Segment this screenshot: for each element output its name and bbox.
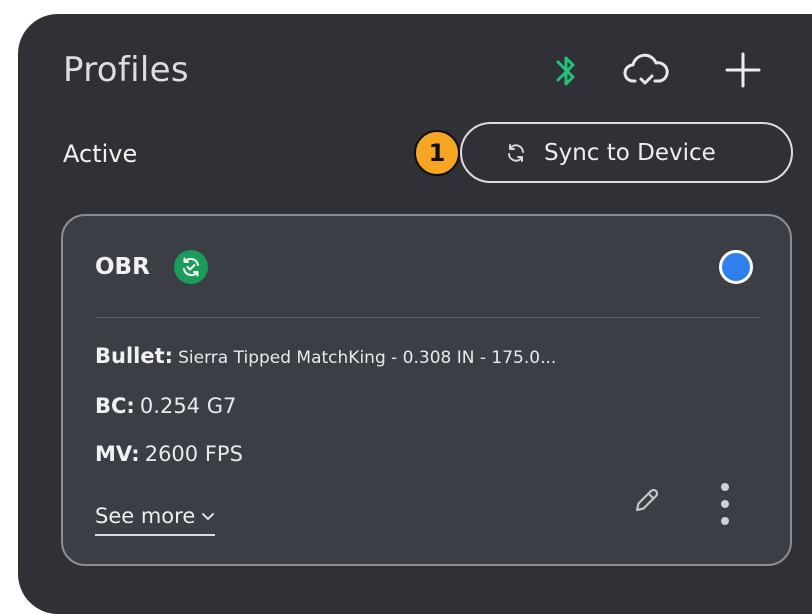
- add-icon[interactable]: [723, 50, 763, 90]
- mv-value: 2600 FPS: [144, 442, 243, 466]
- bc-row: BC: 0.254 G7: [95, 394, 236, 418]
- synced-badge-icon: [174, 250, 208, 284]
- bullet-label: Bullet:: [95, 344, 174, 368]
- profile-selected-radio[interactable]: [719, 250, 753, 284]
- see-more-label: See more: [95, 504, 196, 528]
- step-number-badge: 1: [414, 130, 460, 176]
- see-more-link[interactable]: See more: [95, 504, 216, 536]
- chevron-down-icon: [202, 513, 215, 520]
- sync-button-label: Sync to Device: [544, 139, 716, 166]
- bullet-value: Sierra Tipped MatchKing - 0.308 IN - 175…: [178, 348, 557, 368]
- refresh-icon: [508, 143, 524, 162]
- bullet-row: Bullet: Sierra Tipped MatchKing - 0.308 …: [95, 344, 556, 368]
- page-title: Profiles: [63, 50, 189, 90]
- cloud-sync-icon[interactable]: [622, 52, 670, 90]
- sync-to-device-button[interactable]: Sync to Device: [460, 122, 793, 183]
- edit-pencil-icon[interactable]: [629, 484, 663, 518]
- active-section-label: Active: [63, 140, 138, 168]
- mv-label: MV:: [95, 442, 140, 466]
- mv-row: MV: 2600 FPS: [95, 442, 243, 466]
- card-divider: [95, 317, 759, 318]
- bluetooth-icon[interactable]: [552, 52, 580, 90]
- bc-label: BC:: [95, 394, 135, 418]
- profile-name: OBR: [95, 254, 150, 280]
- bc-value: 0.254 G7: [139, 394, 237, 418]
- profile-card[interactable]: OBR Bullet: Sierra Tipped MatchKing - 0.…: [61, 214, 792, 566]
- more-options-icon[interactable]: [715, 480, 735, 534]
